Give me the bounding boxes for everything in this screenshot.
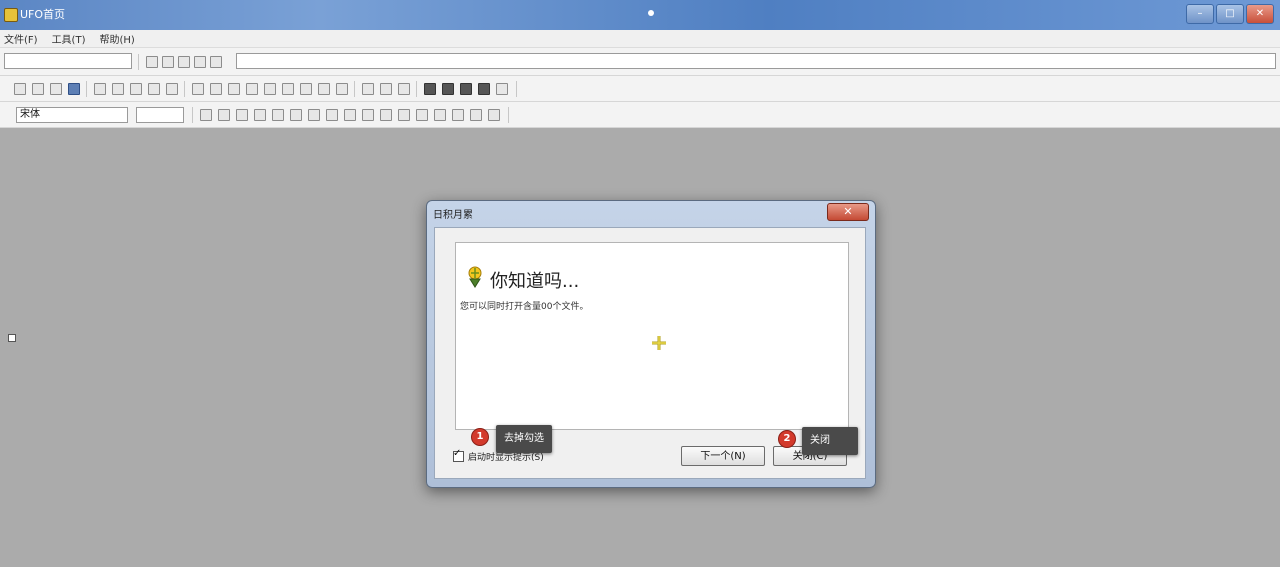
italic-icon[interactable] [218, 109, 230, 121]
find-icon[interactable] [336, 83, 348, 95]
tip-heading: 你知道吗... [490, 271, 580, 292]
text-tool-icon[interactable] [442, 83, 454, 95]
undo-icon[interactable] [210, 83, 222, 95]
minimize-button[interactable]: – [1186, 4, 1214, 24]
print-preview-icon[interactable] [94, 83, 106, 95]
toolbar-separator [138, 54, 139, 70]
save-icon[interactable] [68, 83, 80, 95]
lightbulb-icon [468, 266, 482, 288]
insert-column-icon[interactable] [264, 83, 276, 95]
pointer-icon[interactable] [424, 83, 436, 95]
copy-icon[interactable] [148, 83, 160, 95]
annotation-badge-1: 1 [471, 428, 489, 446]
percent-icon[interactable] [380, 109, 392, 121]
window-controls: – □ ✕ [1186, 4, 1274, 24]
increase-decimal-icon[interactable] [416, 109, 428, 121]
function-icon[interactable] [146, 56, 158, 68]
help-pointer-icon[interactable] [478, 83, 490, 95]
menu-file[interactable]: 文件(F) [4, 31, 38, 46]
wrap-text-icon[interactable] [326, 109, 338, 121]
close-window-button[interactable]: ✕ [1246, 4, 1274, 24]
font-size-select[interactable] [136, 107, 184, 123]
delete-column-icon[interactable] [300, 83, 312, 95]
cancel-edit-icon[interactable] [178, 56, 190, 68]
window-edge-handle[interactable] [8, 334, 16, 342]
menu-help[interactable]: 帮助(H) [99, 31, 134, 46]
new-file-icon[interactable] [14, 83, 26, 95]
redo-icon[interactable] [228, 83, 240, 95]
border-icon[interactable] [344, 109, 356, 121]
decrease-decimal-icon[interactable] [434, 109, 446, 121]
toolbar-separator [354, 81, 355, 97]
annotation-callout-close: 关闭 [802, 427, 858, 455]
app-icon [4, 8, 18, 22]
dialog-title: 日积月累 [433, 210, 473, 221]
menu-bar: 文件(F) 工具(T) 帮助(H) [0, 30, 1280, 48]
sort-descending-icon[interactable] [380, 83, 392, 95]
toolbar-separator [516, 81, 517, 97]
dialog-close-button[interactable]: ✕ [827, 203, 869, 221]
formula-input[interactable] [236, 53, 1276, 69]
toolbar-separator [508, 107, 509, 123]
currency-icon[interactable] [398, 109, 410, 121]
move-cross-icon [652, 336, 666, 350]
tip-panel: 你知道吗... 您可以同时打开含量00个文件。 [455, 242, 849, 430]
annotation-badge-2: 2 [778, 430, 796, 448]
maximize-button[interactable]: □ [1216, 4, 1244, 24]
filter-icon[interactable] [398, 83, 410, 95]
toolbar-separator [192, 107, 193, 123]
fill-color-icon[interactable] [362, 109, 374, 121]
paste-icon[interactable] [166, 83, 178, 95]
outdent-icon[interactable] [470, 109, 482, 121]
indent-icon[interactable] [452, 109, 464, 121]
align-left-icon[interactable] [254, 109, 266, 121]
align-right-icon[interactable] [290, 109, 302, 121]
annotation-callout-uncheck: 去掉勾选 [496, 425, 552, 453]
dialog-titlebar: 日积月累 ✕ [427, 201, 875, 223]
font-select[interactable]: 宋体 [16, 107, 128, 123]
titlebar-dot-icon [648, 10, 654, 16]
spell-check-icon[interactable] [112, 83, 124, 95]
zoom-icon[interactable] [460, 83, 472, 95]
toolbar-separator [416, 81, 417, 97]
toolbar-separator [86, 81, 87, 97]
format-toolbar: 宋体 [0, 102, 1280, 128]
tip-text: 您可以同时打开含量00个文件。 [460, 302, 589, 312]
window-title: UFO首页 [20, 8, 66, 21]
standard-toolbar [0, 76, 1280, 102]
window-titlebar: UFO首页 – □ ✕ [0, 0, 1280, 30]
chart-icon[interactable] [318, 83, 330, 95]
insert-row-icon[interactable] [246, 83, 258, 95]
delete-row-icon[interactable] [282, 83, 294, 95]
confirm-edit-icon[interactable] [194, 56, 206, 68]
wizard-icon[interactable] [496, 83, 508, 95]
show-tips-checkbox[interactable] [453, 448, 464, 462]
underline-icon[interactable] [236, 109, 248, 121]
cell-name-input[interactable] [4, 53, 132, 69]
open-folder-icon[interactable] [32, 83, 44, 95]
print-icon[interactable] [50, 83, 62, 95]
bold-icon[interactable] [200, 109, 212, 121]
sort-ascending-icon[interactable] [362, 83, 374, 95]
menu-tools[interactable]: 工具(T) [52, 31, 86, 46]
cut-icon[interactable] [130, 83, 142, 95]
merge-cells-icon[interactable] [308, 109, 320, 121]
format-painter-icon[interactable] [192, 83, 204, 95]
formula-toolbar [0, 48, 1280, 76]
next-tip-button[interactable]: 下一个(N) [681, 446, 765, 466]
align-center-icon[interactable] [272, 109, 284, 121]
toolbar-separator [184, 81, 185, 97]
grid-icon[interactable] [488, 109, 500, 121]
formula-wizard-icon[interactable] [210, 56, 222, 68]
sum-icon[interactable] [162, 56, 174, 68]
